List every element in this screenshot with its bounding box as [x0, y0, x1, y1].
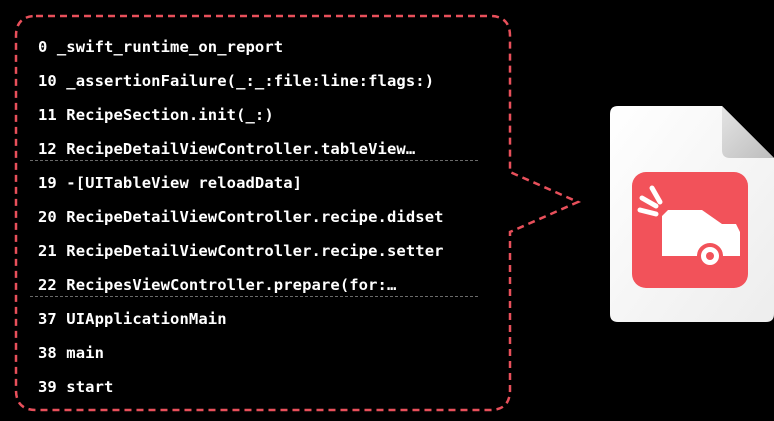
- stack-frame[interactable]: 21 RecipeDetailViewController.recipe.set…: [38, 234, 508, 268]
- stack-frame[interactable]: 39 start: [38, 370, 508, 404]
- stack-frame[interactable]: 19 -[UITableView reloadData]: [38, 166, 508, 200]
- stack-frame[interactable]: 10 _assertionFailure(_:_:file:line:flags…: [38, 64, 508, 98]
- stack-frame[interactable]: 0 _swift_runtime_on_report: [38, 30, 508, 64]
- crash-report-document-icon: [610, 106, 774, 322]
- car-crash-icon: [632, 172, 748, 288]
- frame-group-separator: [30, 160, 478, 161]
- stack-frame-list: 0 _swift_runtime_on_report 10 _assertion…: [38, 30, 508, 404]
- stack-frame[interactable]: 38 main: [38, 336, 508, 370]
- stack-frame[interactable]: 20 RecipeDetailViewController.recipe.did…: [38, 200, 508, 234]
- stack-frame[interactable]: 37 UIApplicationMain: [38, 302, 508, 336]
- stack-frame[interactable]: 11 RecipeSection.init(_:): [38, 98, 508, 132]
- frame-group-separator: [30, 296, 478, 297]
